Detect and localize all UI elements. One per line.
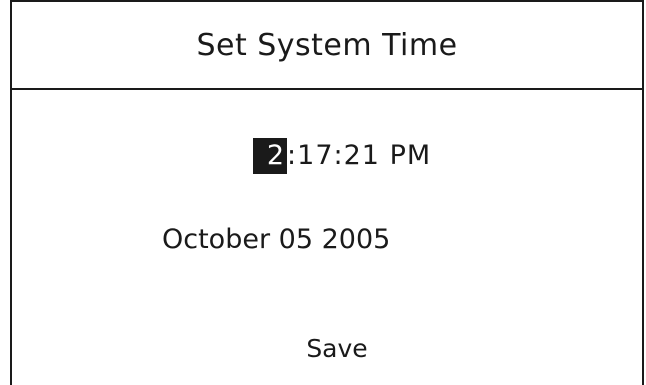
page-title: Set System Time <box>196 27 458 63</box>
time-field: 2:17:21 PM <box>12 138 642 174</box>
save-button[interactable]: Save <box>12 332 642 366</box>
set-system-time-screen: Set System Time 2:17:21 PM October 05 20… <box>10 0 644 385</box>
time-ampm-field[interactable]: PM <box>390 138 432 174</box>
date-field: October 05 2005 <box>162 222 390 258</box>
time-separator: : <box>333 140 344 171</box>
date-day-field[interactable]: 05 <box>279 224 313 255</box>
date-year-field[interactable]: 2005 <box>322 224 391 255</box>
title-bar: Set System Time <box>12 0 642 90</box>
time-hour-field[interactable]: 2 <box>252 138 288 174</box>
time-minute-field[interactable]: 17 <box>297 138 333 174</box>
date-month-field[interactable]: October <box>162 224 270 255</box>
time-separator: : <box>287 140 298 171</box>
time-second-field[interactable]: 21 <box>344 138 380 174</box>
save-button-label: Save <box>306 334 368 363</box>
